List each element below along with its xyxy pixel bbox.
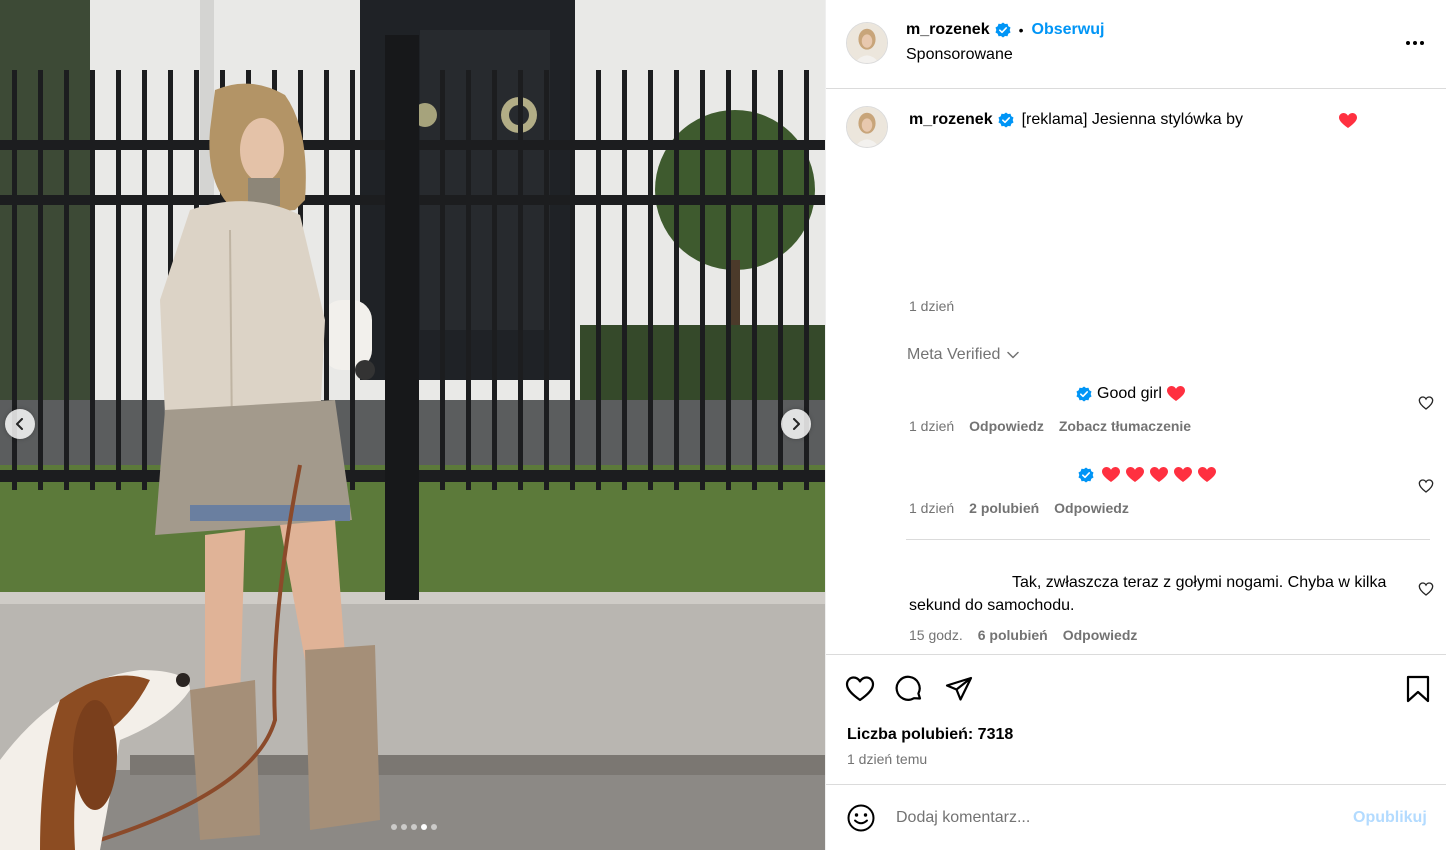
caption-username[interactable]: m_rozenek <box>909 111 993 129</box>
red-heart-emoji-icon <box>1126 467 1144 482</box>
instagram-post-modal: m_rozenek • Obserwuj Sponsorowane m_roze… <box>0 0 1446 850</box>
comment-like-icon[interactable] <box>1418 478 1434 494</box>
likes-count[interactable]: Liczba polubień: 7318 <box>847 726 1013 744</box>
comment-2-likes[interactable]: 2 polubień <box>969 500 1039 516</box>
comment-icon[interactable] <box>894 674 924 704</box>
author-line: m_rozenek • Obserwuj <box>906 21 1104 39</box>
comment-1-reply-button[interactable]: Odpowiedz <box>969 418 1044 434</box>
comment-1-time[interactable]: 1 dzień <box>909 418 954 434</box>
comment-2 <box>1078 467 1216 483</box>
comment-3-time[interactable]: 15 godz. <box>909 627 963 643</box>
chevron-right-icon <box>793 418 800 430</box>
comments-divider <box>906 539 1430 540</box>
comment-2-time[interactable]: 1 dzień <box>909 500 954 516</box>
carousel-dot <box>400 824 407 830</box>
comment-1-text: Good girl <box>1097 385 1162 402</box>
post-photo[interactable] <box>0 0 825 850</box>
comment-2-meta: 1 dzień 2 polubień Odpowiedz <box>909 500 1129 516</box>
carousel-dot <box>430 824 437 830</box>
carousel-dot <box>420 824 427 830</box>
chevron-left-icon <box>16 418 23 430</box>
caption-avatar[interactable] <box>846 106 888 148</box>
emoji-picker-icon[interactable] <box>846 803 876 833</box>
comment-3-reply-button[interactable]: Odpowiedz <box>1063 627 1138 643</box>
caption-text: [reklama] Jesienna stylówka by <box>1021 111 1244 128</box>
publish-comment-button[interactable]: Opublikuj <box>1353 809 1427 827</box>
post-actions: Liczba polubień: 7318 1 dzień temu <box>826 654 1446 784</box>
author-avatar[interactable] <box>846 22 888 64</box>
author-username[interactable]: m_rozenek <box>906 21 990 39</box>
caption: m_rozenek [reklama] Jesienna stylówka by <box>909 111 1243 129</box>
red-heart-emoji-icon <box>1150 467 1168 482</box>
chevron-down-icon <box>1007 351 1020 359</box>
comment-3-text: Tak, zwłaszcza teraz z gołymi nogami. Ch… <box>909 574 1387 614</box>
red-heart-emoji-icon <box>1198 467 1216 482</box>
verified-badge-icon <box>1078 467 1094 483</box>
carousel-indicator <box>0 824 825 830</box>
comment-3-likes[interactable]: 6 polubień <box>978 627 1048 643</box>
sponsored-label: Sponsorowane <box>906 46 1013 63</box>
red-heart-emoji-icon <box>1166 386 1185 401</box>
verified-badge-icon <box>1076 386 1092 402</box>
carousel-dot <box>390 824 397 830</box>
post-image <box>0 0 825 850</box>
comment-3-meta: 15 godz. 6 polubień Odpowiedz <box>909 627 1137 643</box>
verified-badge-icon <box>995 22 1011 38</box>
comments-section[interactable]: m_rozenek [reklama] Jesienna stylówka by… <box>826 90 1446 653</box>
caption-time[interactable]: 1 dzień <box>909 298 954 314</box>
comment-input[interactable] <box>896 805 1336 831</box>
more-options-icon[interactable] <box>1404 32 1426 54</box>
share-icon[interactable] <box>944 674 974 704</box>
verified-badge-icon <box>998 112 1014 128</box>
caption-meta: 1 dzień <box>909 298 954 314</box>
separator-dot: • <box>1018 22 1024 38</box>
add-comment-bar: Opublikuj <box>826 784 1446 850</box>
comment-1: Good girl <box>1071 385 1185 403</box>
comment-like-icon[interactable] <box>1418 395 1434 411</box>
carousel-next-button[interactable] <box>781 409 811 439</box>
post-header: m_rozenek • Obserwuj Sponsorowane <box>826 0 1446 89</box>
post-timestamp[interactable]: 1 dzień temu <box>847 751 927 767</box>
comment-2-emojis <box>1102 467 1216 483</box>
comment-1-meta: 1 dzień Odpowiedz Zobacz tłumaczenie <box>909 418 1191 434</box>
carousel-prev-button[interactable] <box>5 409 35 439</box>
red-heart-emoji-icon <box>1339 113 1357 128</box>
comment-1-translate-button[interactable]: Zobacz tłumaczenie <box>1059 418 1191 434</box>
meta-verified-label: Meta Verified <box>907 346 1001 363</box>
save-icon[interactable] <box>1403 674 1433 704</box>
comment-2-reply-button[interactable]: Odpowiedz <box>1054 500 1129 516</box>
comment-like-icon[interactable] <box>1418 581 1434 597</box>
follow-button[interactable]: Obserwuj <box>1032 21 1105 39</box>
like-icon[interactable] <box>845 674 875 704</box>
meta-verified-toggle[interactable]: Meta Verified <box>907 346 1020 364</box>
post-sidebar: m_rozenek • Obserwuj Sponsorowane m_roze… <box>825 0 1446 850</box>
red-heart-emoji-icon <box>1102 467 1120 482</box>
red-heart-emoji-icon <box>1174 467 1192 482</box>
carousel-dot <box>410 824 417 830</box>
